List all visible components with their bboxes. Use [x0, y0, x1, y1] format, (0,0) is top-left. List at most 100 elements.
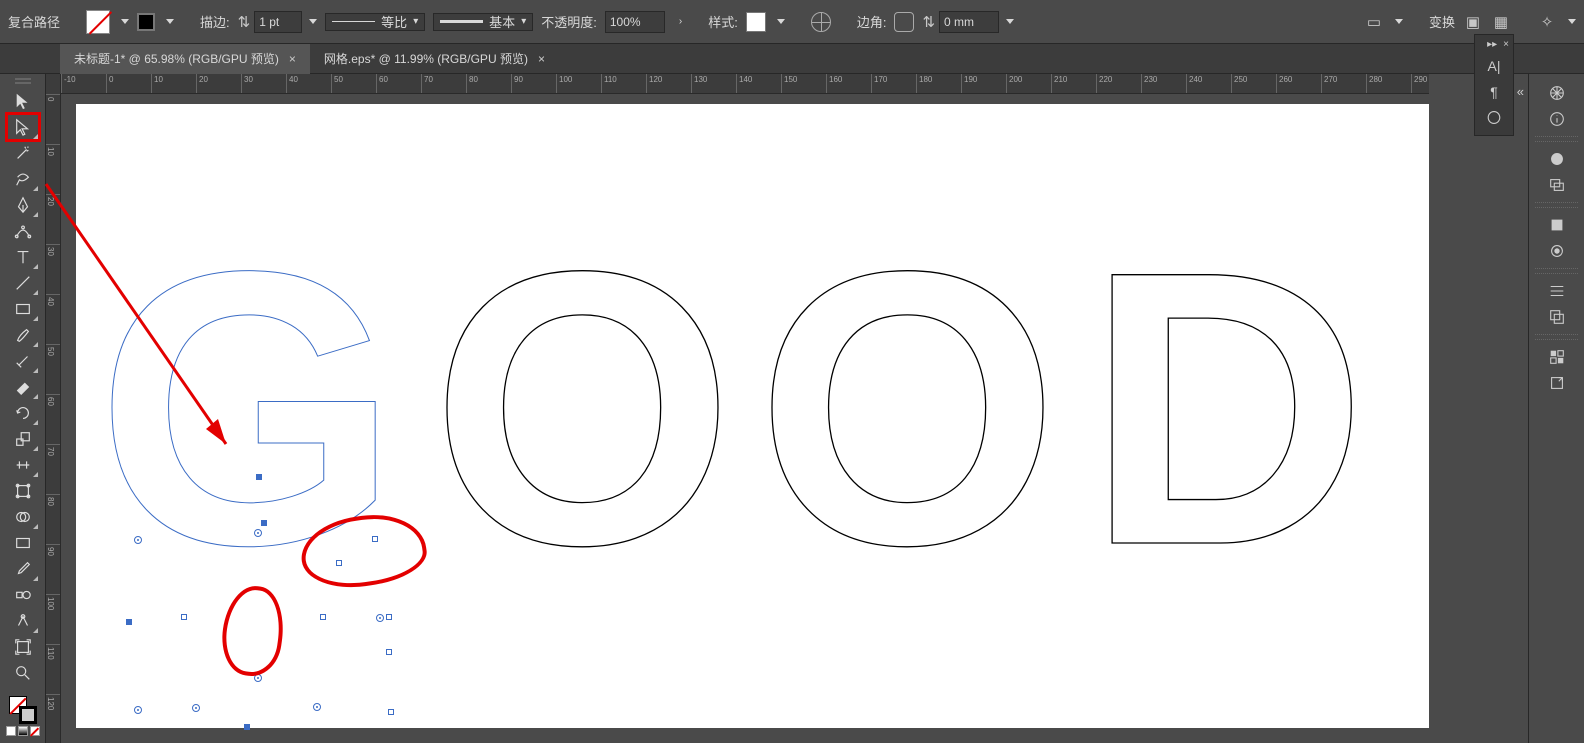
path-letter-o[interactable]: O: [756, 184, 1037, 633]
gradient-tool[interactable]: [7, 530, 39, 556]
opentype-panel-icon[interactable]: 〇: [1475, 105, 1513, 131]
corner-type-icon[interactable]: [894, 12, 914, 32]
style-swatch[interactable]: [746, 12, 766, 32]
scale-tool[interactable]: [7, 426, 39, 452]
symbol-sprayer-tool[interactable]: [7, 608, 39, 634]
anchor-point[interactable]: [386, 649, 392, 655]
variable-width-dropdown[interactable]: 等比▾: [325, 13, 425, 31]
close-icon[interactable]: ×: [1503, 39, 1509, 53]
magic-wand-tool[interactable]: [7, 140, 39, 166]
gradient-panel-icon[interactable]: [1529, 238, 1584, 264]
line-tool[interactable]: [7, 270, 39, 296]
stroke-panel-icon[interactable]: [1529, 212, 1584, 238]
anchor-point[interactable]: [261, 520, 267, 526]
anchor-point[interactable]: [372, 536, 378, 542]
document-tab[interactable]: 网格.eps* @ 11.99% (RGB/GPU 预览) ×: [310, 44, 559, 74]
anchor-point[interactable]: [181, 614, 187, 620]
fill-stroke-indicator[interactable]: [9, 696, 37, 724]
stroke-label: 描边:: [200, 12, 230, 31]
brush-profile-dropdown[interactable]: 基本▾: [433, 13, 533, 31]
direction-handle[interactable]: [254, 529, 262, 537]
free-transform-tool[interactable]: [7, 478, 39, 504]
extra-menu-icon[interactable]: [1568, 19, 1576, 24]
blend-tool[interactable]: [7, 582, 39, 608]
extra-icon[interactable]: ✧: [1537, 12, 1557, 32]
corner-radius-stepper[interactable]: ⇅: [922, 11, 1014, 33]
anchor-point[interactable]: [244, 724, 250, 730]
export-icon[interactable]: [1529, 370, 1584, 396]
close-tab-icon[interactable]: ×: [289, 52, 296, 66]
direction-handle[interactable]: [134, 536, 142, 544]
anchor-point[interactable]: [126, 619, 132, 625]
path-letter-o[interactable]: O: [431, 184, 712, 633]
stroke-swatch[interactable]: [137, 13, 155, 31]
stroke-weight-stepper[interactable]: ⇅: [238, 11, 318, 33]
document-tab-active[interactable]: 未标题-1* @ 65.98% (RGB/GPU 预览) ×: [60, 44, 310, 74]
align-panel-icon[interactable]: [1529, 278, 1584, 304]
shape-builder-tool[interactable]: [7, 504, 39, 530]
eyedropper-tool[interactable]: [7, 556, 39, 582]
zoom-tool[interactable]: [7, 660, 39, 686]
recolor-icon[interactable]: [811, 12, 831, 32]
selection-tool[interactable]: [7, 88, 39, 114]
layers-icon[interactable]: [1529, 172, 1584, 198]
close-tab-icon[interactable]: ×: [538, 52, 545, 66]
direct-selection-tool[interactable]: [7, 114, 39, 140]
shaper-tool[interactable]: [7, 348, 39, 374]
brush-profile-label: 基本: [489, 12, 515, 31]
swatches-icon[interactable]: [1529, 344, 1584, 370]
appearance-icon[interactable]: [1529, 146, 1584, 172]
opacity-expand-icon[interactable]: ›: [679, 16, 682, 27]
type-tool[interactable]: [7, 244, 39, 270]
character-panel-icon[interactable]: A|: [1475, 53, 1513, 79]
paragraph-panel-icon[interactable]: ¶: [1475, 79, 1513, 105]
eraser-tool[interactable]: [7, 374, 39, 400]
info-icon[interactable]: [1529, 106, 1584, 132]
opacity-input[interactable]: [605, 11, 665, 33]
color-wheel-icon[interactable]: [1529, 80, 1584, 106]
anchor-point[interactable]: [256, 474, 262, 480]
anchor-point[interactable]: [336, 560, 342, 566]
fill-dropdown-icon[interactable]: [121, 19, 129, 24]
anchor-point[interactable]: [386, 614, 392, 620]
direction-handle[interactable]: [192, 704, 200, 712]
direction-handle[interactable]: [134, 706, 142, 714]
corner-radius-input[interactable]: [939, 11, 999, 33]
direction-handle[interactable]: [376, 614, 384, 622]
pen-tool[interactable]: [7, 192, 39, 218]
fill-swatch-none[interactable]: [86, 10, 110, 34]
style-dropdown-icon[interactable]: [777, 19, 785, 24]
rectangle-tool[interactable]: [7, 296, 39, 322]
separator: [1535, 334, 1578, 340]
collapse-right-panels-icon[interactable]: «: [1517, 84, 1524, 99]
pathfinder-icon[interactable]: [1529, 304, 1584, 330]
align-to-selection-icon[interactable]: ▭: [1364, 12, 1384, 32]
chevron-down-icon: ▾: [413, 16, 418, 27]
corner-label: 边角:: [857, 12, 887, 31]
direction-handle[interactable]: [313, 703, 321, 711]
tab-title: 未标题-1* @ 65.98% (RGB/GPU 预览): [74, 50, 279, 67]
anchor-point[interactable]: [388, 709, 394, 715]
rotate-tool[interactable]: [7, 400, 39, 426]
curvature-tool[interactable]: [7, 218, 39, 244]
paintbrush-tool[interactable]: [7, 322, 39, 348]
lasso-tool[interactable]: [7, 166, 39, 192]
color-mode-buttons[interactable]: [6, 726, 40, 736]
anchor-point[interactable]: [320, 614, 326, 620]
floating-type-panel[interactable]: ▸▸ × A| ¶ 〇: [1474, 34, 1514, 136]
isolate-icon[interactable]: ▣: [1463, 12, 1483, 32]
path-letter-d[interactable]: D: [1086, 184, 1346, 633]
align-menu-icon[interactable]: [1395, 19, 1403, 24]
stroke-weight-menu-icon[interactable]: [309, 19, 317, 24]
stroke-dropdown-icon[interactable]: [166, 19, 174, 24]
artboard-tool[interactable]: [7, 634, 39, 660]
edit-clip-icon[interactable]: ▦: [1491, 12, 1511, 32]
panel-collapse-icon[interactable]: ▸▸: [1487, 39, 1497, 53]
width-tool[interactable]: [7, 452, 39, 478]
transform-label[interactable]: 变换: [1429, 12, 1455, 31]
toolbox-grip-icon[interactable]: [15, 78, 31, 84]
stroke-weight-input[interactable]: [254, 11, 302, 33]
artboard[interactable]: G O O D: [76, 104, 1429, 728]
corner-menu-icon[interactable]: [1006, 19, 1014, 24]
direction-handle[interactable]: [254, 674, 262, 682]
